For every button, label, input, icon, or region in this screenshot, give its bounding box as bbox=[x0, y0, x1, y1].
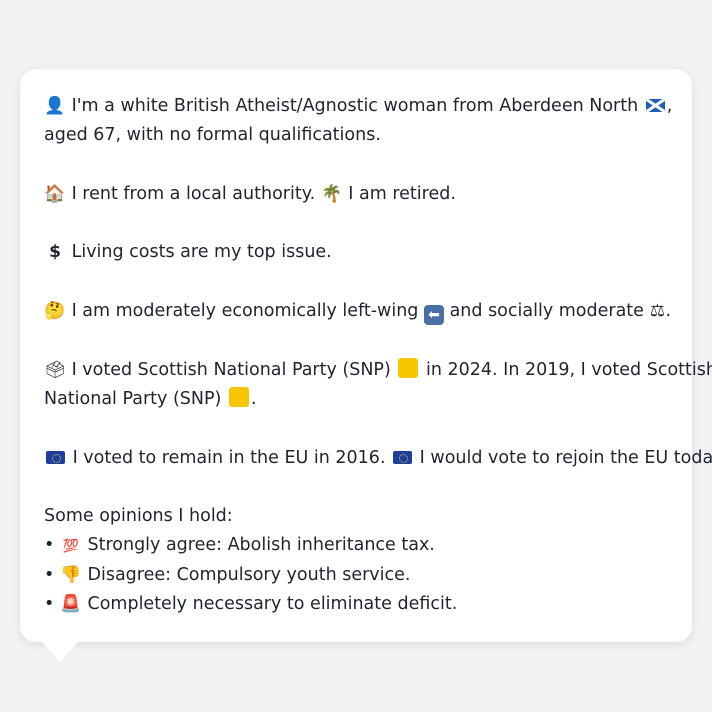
vote-paragraph: 🗳 I voted Scottish National Party (SNP) … bbox=[44, 356, 712, 415]
list-item: • 🚨 Completely necessary to eliminate de… bbox=[44, 594, 458, 615]
vote-line-1: 🗳 I voted Scottish National Party (SNP) … bbox=[44, 356, 712, 385]
palm-tree-icon: 🌴 bbox=[321, 183, 343, 204]
persona-card: 👤 I'm a white British Atheist/Agnostic w… bbox=[20, 69, 712, 642]
opinions-section: Some opinions I hold: • 💯 Strongly agree… bbox=[44, 502, 668, 619]
ideology-paragraph: 🤔 I am moderately economically left-wing… bbox=[44, 301, 672, 326]
vote-text-c: National Party (SNP) bbox=[44, 388, 222, 409]
ballot-box-icon: 🗳 bbox=[44, 359, 66, 380]
opinions-list: • 💯 Strongly agree: Abolish inheritance … bbox=[44, 531, 668, 619]
siren-icon: 🚨 bbox=[60, 594, 82, 615]
thinking-face-icon: 🤔 bbox=[44, 301, 66, 322]
snp-color-square-icon bbox=[398, 357, 419, 378]
ideology-text-b: and socially moderate bbox=[449, 301, 644, 322]
housing-text: I rent from a local authority. bbox=[71, 183, 316, 204]
house-icon: 🏠 bbox=[44, 183, 66, 204]
snp-color-square-icon bbox=[228, 386, 249, 407]
eu-text-a: I voted to remain in the EU in 2016. bbox=[72, 447, 386, 468]
scotland-flag-icon bbox=[645, 99, 665, 112]
ideology-text-a: I am moderately economically left-wing bbox=[71, 301, 419, 322]
eu-text-b: I would vote to rejoin the EU today. bbox=[419, 447, 712, 468]
opinions-heading: Some opinions I hold: bbox=[44, 506, 233, 527]
housing-paragraph: 🏠 I rent from a local authority. 🌴 I am … bbox=[44, 180, 668, 209]
vote-text-b: in 2024. In 2019, I voted Scottish bbox=[425, 359, 712, 380]
eu-flag-icon bbox=[46, 450, 65, 464]
hundred-points-icon: 💯 bbox=[62, 539, 79, 555]
vote-text-a: I voted Scottish National Party (SNP) bbox=[71, 359, 391, 380]
left-arrow-icon: ⬅ bbox=[424, 305, 444, 326]
eu-paragraph: I voted to remain in the EU in 2016. I w… bbox=[44, 444, 712, 473]
intro-text: I'm a white British Atheist/Agnostic wom… bbox=[71, 96, 639, 116]
list-item: • 👎 Disagree: Compulsory youth service. bbox=[44, 564, 411, 585]
speech-bubble-tail bbox=[40, 640, 80, 662]
intro-paragraph: 👤 I'm a white British Atheist/Agnostic w… bbox=[44, 92, 673, 151]
thumbs-down-icon: 👎 bbox=[60, 564, 82, 585]
issue-paragraph: $ Living costs are my top issue. bbox=[44, 238, 668, 267]
employment-text: I am retired. bbox=[348, 183, 456, 204]
vote-line-2: National Party (SNP) . bbox=[44, 386, 257, 409]
dollar-sign-icon: $ bbox=[49, 242, 61, 263]
top-issue-text: Living costs are my top issue. bbox=[71, 242, 332, 263]
intro-line-1: 👤 I'm a white British Atheist/Agnostic w… bbox=[44, 96, 673, 116]
intro-line-2: aged 67, with no formal qualifications. bbox=[44, 125, 381, 146]
eu-flag-icon bbox=[393, 450, 413, 464]
balance-scale-icon: ⚖ bbox=[649, 301, 666, 322]
list-item: • 💯 Strongly agree: Abolish inheritance … bbox=[44, 535, 435, 556]
bust-in-silhouette-icon: 👤 bbox=[44, 96, 66, 116]
